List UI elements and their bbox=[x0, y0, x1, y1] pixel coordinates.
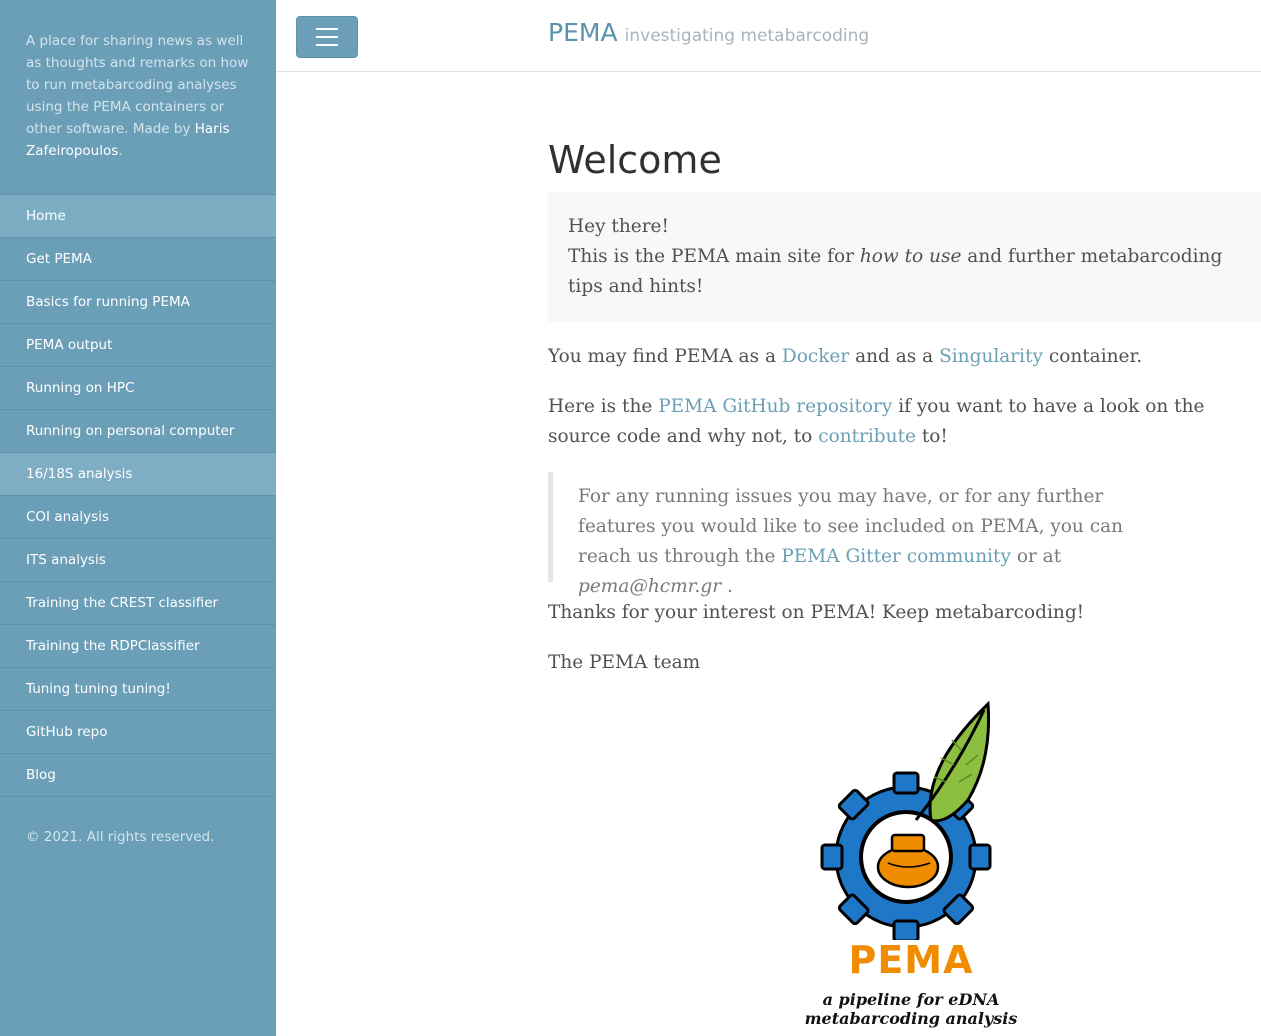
sidebar-item-its[interactable]: ITS analysis bbox=[0, 539, 276, 582]
hamburger-icon-line bbox=[316, 44, 338, 46]
github-repo-link[interactable]: PEMA GitHub repository bbox=[658, 396, 892, 417]
thanks-paragraph: Thanks for your interest on PEMA! Keep m… bbox=[548, 602, 1085, 623]
site-subtitle: investigating metabarcoding bbox=[624, 26, 870, 46]
sidebar-item-crest[interactable]: Training the CREST classifier bbox=[0, 582, 276, 625]
logo-name: PEMA bbox=[848, 938, 974, 982]
top-bar: PEMA investigating metabarcoding bbox=[276, 0, 1261, 72]
hamburger-icon-line bbox=[316, 36, 338, 38]
pema-logo: PEMA a pipeline for eDNA metabarcoding a… bbox=[756, 700, 1066, 1028]
sidebar-item-running-personal[interactable]: Running on personal computer bbox=[0, 410, 276, 453]
site-title[interactable]: PEMA bbox=[548, 18, 618, 47]
contact-email: pema@hcmr.gr bbox=[578, 576, 722, 597]
sidebar-item-running-hpc[interactable]: Running on HPC bbox=[0, 367, 276, 410]
intro-line-2: This is the PEMA main site for how to us… bbox=[568, 246, 1223, 297]
sidebar-item-basics[interactable]: Basics for running PEMA bbox=[0, 281, 276, 324]
sidebar-item-github[interactable]: GitHub repo bbox=[0, 711, 276, 754]
sidebar-nav: Home Get PEMA Basics for running PEMA PE… bbox=[0, 194, 276, 797]
intro-emphasis: how to use bbox=[859, 246, 962, 267]
main-content: Welcome Hey there! This is the PEMA main… bbox=[548, 72, 1261, 678]
github-paragraph: Here is the PEMA GitHub repository if yo… bbox=[548, 396, 1205, 447]
sidebar: A place for sharing news as well as thou… bbox=[0, 0, 276, 1036]
intro-line-1: Hey there! bbox=[568, 216, 669, 237]
singularity-link[interactable]: Singularity bbox=[939, 346, 1043, 367]
sidebar-toggle-button[interactable] bbox=[296, 16, 358, 58]
containers-paragraph: You may find PEMA as a Docker and as a S… bbox=[548, 346, 1143, 367]
contact-quote: For any running issues you may have, or … bbox=[548, 472, 1173, 597]
sidebar-item-get-pema[interactable]: Get PEMA bbox=[0, 238, 276, 281]
docker-link[interactable]: Docker bbox=[782, 346, 849, 367]
contribute-link[interactable]: contribute bbox=[818, 426, 916, 447]
sidebar-item-16-18s[interactable]: 16/18S analysis bbox=[0, 453, 276, 496]
pema-logo-graphic bbox=[820, 700, 992, 943]
logo-tagline: a pipeline for eDNA metabarcoding analys… bbox=[804, 990, 1018, 1028]
sidebar-item-tuning[interactable]: Tuning tuning tuning! bbox=[0, 668, 276, 711]
sidebar-intro-end: . bbox=[118, 143, 123, 159]
signature-paragraph: The PEMA team bbox=[548, 652, 701, 673]
page-title: Welcome bbox=[548, 138, 722, 182]
intro-box: Hey there! This is the PEMA main site fo… bbox=[548, 192, 1261, 322]
sidebar-item-pema-output[interactable]: PEMA output bbox=[0, 324, 276, 367]
hamburger-icon bbox=[316, 28, 338, 30]
sidebar-intro: A place for sharing news as well as thou… bbox=[0, 0, 276, 194]
sidebar-item-rdp[interactable]: Training the RDPClassifier bbox=[0, 625, 276, 668]
sidebar-item-blog[interactable]: Blog bbox=[0, 754, 276, 797]
brand[interactable]: PEMA investigating metabarcoding bbox=[548, 18, 869, 47]
sidebar-item-coi[interactable]: COI analysis bbox=[0, 496, 276, 539]
gitter-link[interactable]: PEMA Gitter community bbox=[781, 546, 1011, 567]
copyright: © 2021. All rights reserved. bbox=[26, 829, 215, 845]
sidebar-item-home[interactable]: Home bbox=[0, 195, 276, 238]
